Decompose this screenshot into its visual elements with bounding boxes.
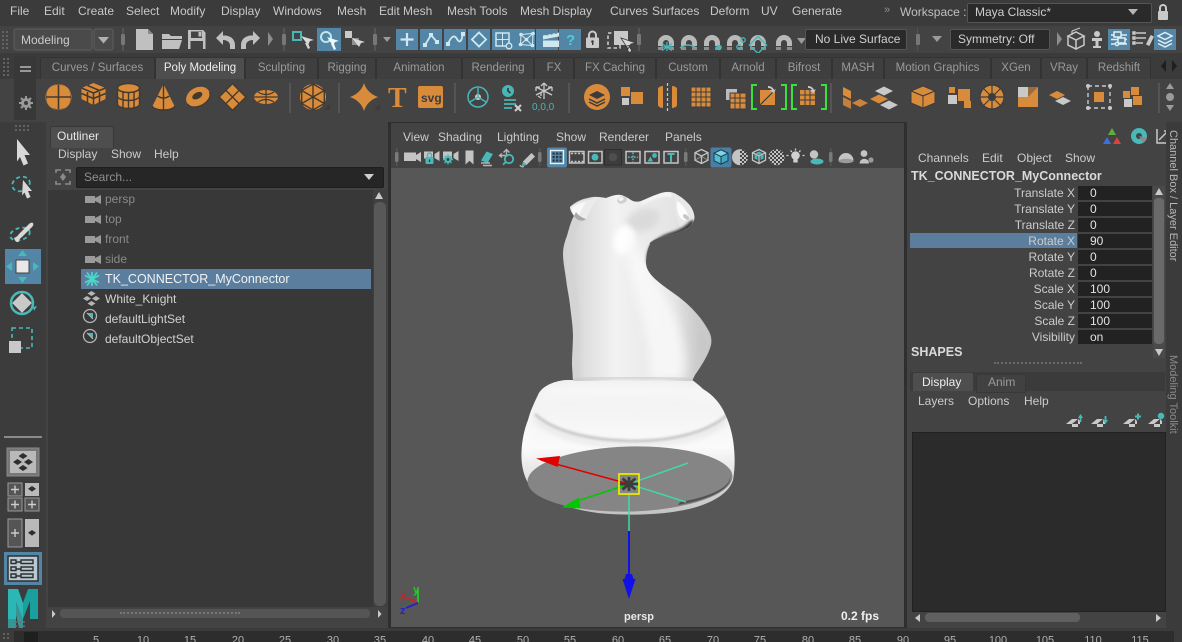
svg-text:100: 100 (1090, 314, 1110, 328)
svg-text:persp: persp (624, 611, 654, 623)
svg-text:TK_CONNECTOR_MyConnector: TK_CONNECTOR_MyConnector (105, 272, 290, 286)
svg-text:15: 15 (184, 635, 196, 642)
svg-text:0: 0 (1090, 218, 1097, 232)
svg-text:100: 100 (1090, 282, 1110, 296)
svg-text:10: 10 (137, 635, 149, 642)
svg-text:115: 115 (1131, 635, 1149, 642)
svg-text:25: 25 (279, 635, 291, 642)
svg-text:top: top (105, 212, 122, 226)
svg-text:z: z (400, 605, 406, 617)
svg-text:0: 0 (1090, 186, 1097, 200)
svg-text:70: 70 (707, 635, 719, 642)
svg-text:75: 75 (754, 635, 766, 642)
svg-text:65: 65 (659, 635, 671, 642)
svg-text:60: 60 (612, 635, 624, 642)
svg-text:0.2 fps: 0.2 fps (841, 609, 879, 623)
svg-text:on: on (1090, 330, 1103, 344)
svg-text:Rotate Y: Rotate Y (1029, 250, 1075, 264)
svg-text:45: 45 (469, 635, 481, 642)
svg-text:95: 95 (944, 635, 956, 642)
svg-text:100: 100 (989, 635, 1007, 642)
svg-text:Modeling: Modeling (21, 33, 70, 47)
svg-text:5: 5 (93, 635, 99, 642)
svg-text:persp: persp (105, 192, 135, 206)
svg-text:30: 30 (327, 635, 339, 642)
svg-text:side: side (105, 252, 127, 266)
svg-text:0: 0 (1090, 266, 1097, 280)
svg-text:105: 105 (1036, 635, 1054, 642)
svg-text:0: 0 (1090, 202, 1097, 216)
svg-text:50: 50 (517, 635, 529, 642)
svg-text:Scale X: Scale X (1034, 282, 1075, 296)
svg-text:80: 80 (802, 635, 814, 642)
svg-text:Rotate Z: Rotate Z (1029, 266, 1075, 280)
svg-text:svg: svg (421, 91, 442, 105)
svg-text:T: T (388, 83, 407, 114)
svg-text:defaultLightSet: defaultLightSet (105, 312, 186, 326)
svg-text:90: 90 (897, 635, 909, 642)
svg-text:Translate Y: Translate Y (1014, 202, 1075, 216)
svg-text:35: 35 (374, 635, 386, 642)
svg-text:Translate X: Translate X (1014, 186, 1075, 200)
svg-text:?: ? (566, 32, 575, 49)
svg-text:White_Knight: White_Knight (105, 292, 177, 306)
svg-text:Scale Z: Scale Z (1034, 314, 1075, 328)
svg-text:110: 110 (1084, 635, 1102, 642)
svg-text:90: 90 (1090, 234, 1104, 248)
svg-text:defaultObjectSet: defaultObjectSet (105, 332, 194, 346)
svg-text:Translate Z: Translate Z (1015, 218, 1075, 232)
svg-text:100: 100 (1090, 298, 1110, 312)
svg-text:Visibility: Visibility (1032, 330, 1075, 344)
svg-text:Scale Y: Scale Y (1034, 298, 1075, 312)
svg-text:0: 0 (1090, 250, 1097, 264)
svg-text:x: x (400, 590, 407, 602)
svg-text:85: 85 (849, 635, 861, 642)
svg-text:40: 40 (422, 635, 434, 642)
svg-text:55: 55 (564, 635, 576, 642)
svg-text:20: 20 (232, 635, 244, 642)
svg-text:Rotate X: Rotate X (1028, 234, 1075, 248)
svg-text:0,0,0: 0,0,0 (532, 102, 555, 113)
svg-text:front: front (105, 232, 130, 246)
svg-text:y: y (413, 584, 420, 596)
